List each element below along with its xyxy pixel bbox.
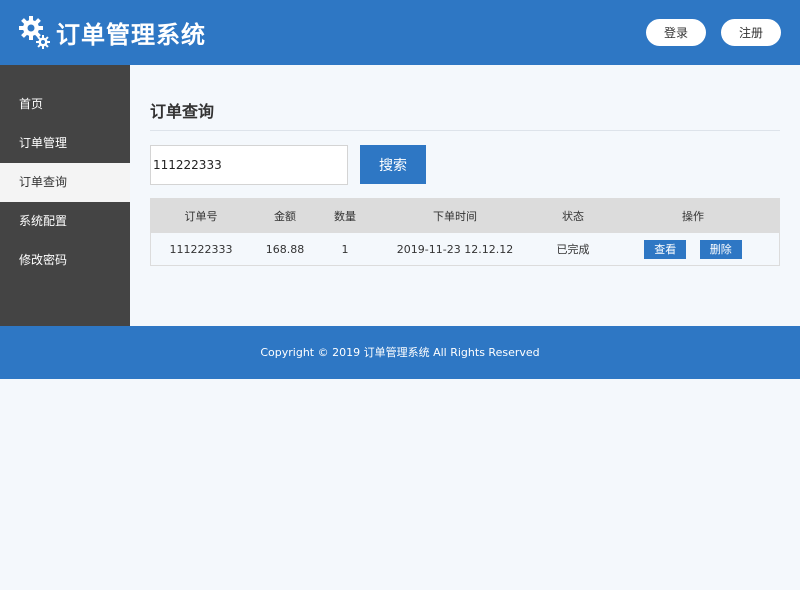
- orders-table: 订单号 金额 数量 下单时间 状态 操作 111222333 168.88 1 …: [150, 198, 780, 266]
- column-header-amount: 金额: [274, 210, 296, 223]
- column-header-status: 状态: [562, 210, 584, 223]
- sidebar-item-home[interactable]: 首页: [0, 85, 130, 124]
- footer: Copyright © 2019 订单管理系统 All Rights Reser…: [0, 326, 800, 379]
- column-header-order-time: 下单时间: [433, 210, 477, 223]
- app-title: 订单管理系统: [56, 20, 206, 49]
- title-divider: [150, 130, 780, 131]
- login-button[interactable]: 登录: [646, 19, 706, 46]
- delete-button[interactable]: 删除: [699, 239, 742, 259]
- sidebar-item-order-query[interactable]: 订单查询: [0, 163, 130, 202]
- sidebar-item-order-management[interactable]: 订单管理: [0, 124, 130, 163]
- table-row: 111222333 168.88 1 2019-11-23 12.12.12 已…: [151, 233, 779, 265]
- cell-status: 已完成: [556, 243, 590, 256]
- register-button[interactable]: 注册: [721, 19, 781, 46]
- cell-amount: 168.88: [265, 242, 305, 256]
- sidebar-item-system-config[interactable]: 系统配置: [0, 202, 130, 241]
- search-button[interactable]: 搜索: [360, 145, 426, 184]
- view-button[interactable]: 查看: [644, 239, 687, 259]
- cell-actions: 查看 删除: [607, 233, 779, 265]
- sidebar-item-change-password[interactable]: 修改密码: [0, 241, 130, 280]
- copyright-text: Copyright © 2019 订单管理系统 All Rights Reser…: [260, 346, 540, 359]
- cell-order-no: 111222333: [169, 242, 233, 256]
- gear-icon: [18, 13, 52, 51]
- sidebar: 首页 订单管理 订单查询 系统配置 修改密码: [0, 65, 130, 326]
- cell-order-time: 2019-11-23 12.12.12: [396, 242, 514, 256]
- column-header-quantity: 数量: [334, 210, 356, 223]
- header: 订单管理系统 登录 注册: [0, 0, 800, 65]
- column-header-order-no: 订单号: [184, 210, 218, 223]
- page-title: 订单查询: [150, 102, 215, 121]
- logo: 订单管理系统: [18, 12, 206, 52]
- table-header-row: 订单号 金额 数量 下单时间 状态 操作: [151, 199, 779, 233]
- column-header-actions: 操作: [682, 210, 704, 223]
- cell-quantity: 1: [341, 242, 349, 256]
- search-input[interactable]: [150, 145, 348, 185]
